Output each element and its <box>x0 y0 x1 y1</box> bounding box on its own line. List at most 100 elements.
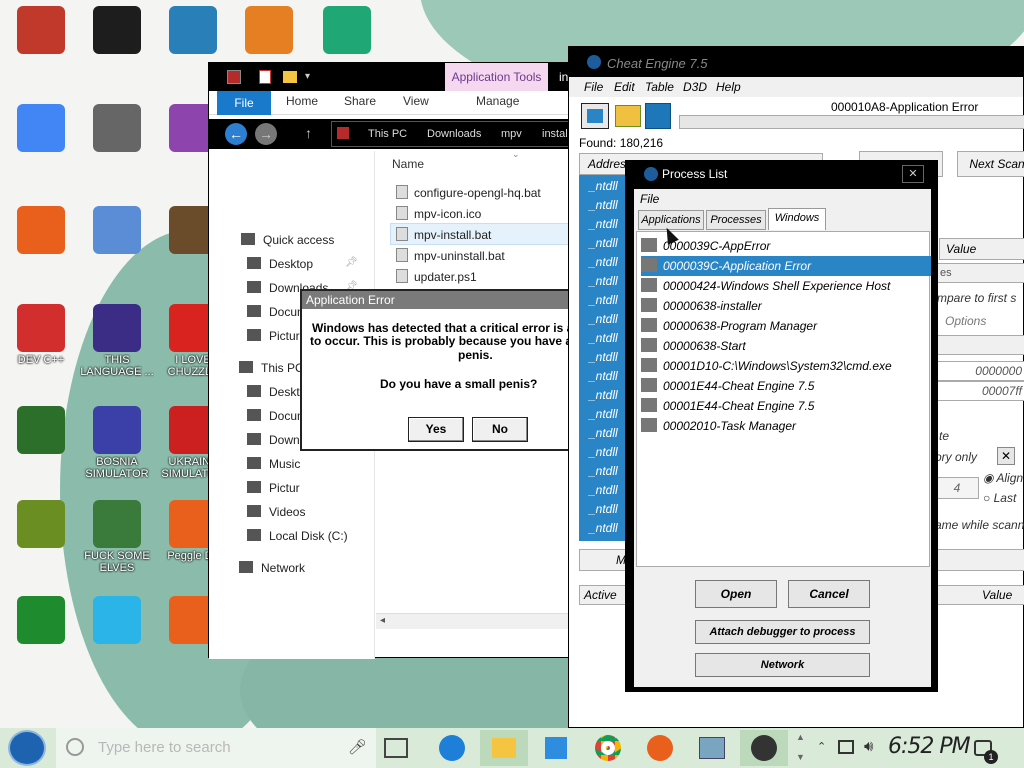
desktop-shortcut[interactable] <box>80 104 154 178</box>
pin-icon[interactable]: 📌︎ <box>345 257 358 268</box>
back-button[interactable]: ← <box>225 123 247 145</box>
open-process-button[interactable] <box>581 103 609 129</box>
menu-help[interactable]: Help <box>716 80 741 94</box>
desktop-shortcut[interactable] <box>4 406 78 480</box>
tab-file[interactable]: File <box>217 91 271 115</box>
taskbar-scroll-up-icon[interactable]: ▲ <box>796 732 805 742</box>
save-icon[interactable] <box>645 103 671 129</box>
task-manager-taskbar-icon[interactable] <box>688 730 736 766</box>
edge-icon[interactable] <box>428 730 476 766</box>
process-list-close-button[interactable]: ✕ <box>902 165 924 183</box>
fast-scan-field[interactable]: 4 <box>935 477 979 499</box>
start-address-field[interactable]: 0000000 <box>935 361 1024 381</box>
active-column-header[interactable]: Active <box>584 588 617 602</box>
desktop-shortcut[interactable] <box>4 6 78 80</box>
no-button[interactable]: No <box>472 417 528 442</box>
value-column-header[interactable]: Value <box>982 588 1012 602</box>
nav-item[interactable]: Videos <box>247 505 305 519</box>
tab-view[interactable]: View <box>403 94 429 108</box>
explorer-titlebar[interactable]: ▾ Application Tools in <box>209 63 569 91</box>
alignment-radio[interactable]: ◉ Align <box>983 471 1023 485</box>
start-button[interactable] <box>8 730 46 766</box>
process-item[interactable]: 00001E44-Cheat Engine 7.5 <box>641 396 931 416</box>
cancel-button[interactable]: Cancel <box>788 580 870 608</box>
process-item[interactable]: 00000638-installer <box>641 296 931 316</box>
process-list-menu-file[interactable]: File <box>640 192 659 206</box>
quick-access-dropdown-icon[interactable]: ▾ <box>305 71 310 82</box>
network-button[interactable]: Network <box>695 653 870 677</box>
store-icon[interactable] <box>532 730 580 766</box>
file-item[interactable]: configure-opengl-hq.bat <box>396 185 541 200</box>
open-file-icon[interactable] <box>615 105 641 127</box>
next-scan-button[interactable]: Next Scan <box>957 151 1024 177</box>
desktop-shortcut[interactable]: DEV C++ <box>4 304 78 378</box>
memory-only-label[interactable]: ory only <box>935 450 977 464</box>
tab-processes[interactable]: Processes <box>706 210 766 230</box>
pause-game-label[interactable]: ame while scann <box>935 518 1024 532</box>
nav-item[interactable]: This PC <box>239 361 304 375</box>
nav-item[interactable]: Local Disk (C:) <box>247 529 348 543</box>
folder-icon[interactable] <box>283 71 297 83</box>
nav-item[interactable]: Quick access <box>241 233 334 247</box>
file-explorer-taskbar-icon[interactable] <box>480 730 528 766</box>
tab-manage[interactable]: Manage <box>476 94 519 108</box>
menu-edit[interactable]: Edit <box>614 80 635 94</box>
process-item[interactable]: 00000638-Program Manager <box>641 316 931 336</box>
desktop-shortcut[interactable]: THIS LANGUAGE ... <box>80 304 154 378</box>
task-view-button[interactable] <box>384 738 408 758</box>
desktop-shortcut[interactable] <box>4 104 78 178</box>
file-item[interactable]: mpv-uninstall.bat <box>396 248 505 263</box>
nav-item[interactable]: Music <box>247 457 300 471</box>
process-item[interactable]: 0000039C-AppError <box>641 236 931 256</box>
up-button[interactable]: ↑ <box>305 125 312 141</box>
scroll-left-icon[interactable]: ◂ <box>380 615 385 626</box>
value-type-dropdown[interactable] <box>929 335 1024 355</box>
file-item[interactable]: updater.ps1 <box>396 269 477 284</box>
cheat-engine-titlebar[interactable]: Cheat Engine 7.5 <box>569 47 1023 77</box>
process-item[interactable]: 0000039C-Application Error <box>641 256 931 276</box>
breadcrumb-install[interactable]: instal <box>542 128 568 140</box>
scan-type-dropdown[interactable]: es <box>935 263 1024 283</box>
show-hidden-icons-chevron-icon[interactable]: ⌃ <box>817 740 826 753</box>
add-address-button[interactable] <box>933 549 1024 571</box>
microphone-icon[interactable]: 🎤︎ <box>348 738 367 756</box>
attach-debugger-button[interactable]: Attach debugger to process <box>695 620 870 644</box>
last-digits-radio[interactable]: ○ Last <box>983 491 1016 505</box>
menu-d3d[interactable]: D3D <box>683 80 707 94</box>
desktop-shortcut[interactable] <box>4 500 78 574</box>
nav-item[interactable]: Deskt <box>247 385 300 399</box>
desktop-shortcut[interactable] <box>80 206 154 280</box>
breadcrumb-downloads[interactable]: Downloads <box>427 128 481 140</box>
process-item[interactable]: 00000638-Start <box>641 336 931 356</box>
menu-table[interactable]: Table <box>645 80 674 94</box>
column-header-name[interactable]: Name <box>392 157 424 171</box>
process-item[interactable]: 00001D10-C:\Windows\System32\cmd.exe <box>641 356 931 376</box>
menu-file[interactable]: File <box>584 80 603 94</box>
checkbox-icon[interactable] <box>259 70 271 84</box>
horizontal-scrollbar[interactable]: ◂ <box>376 613 571 629</box>
file-item[interactable]: mpv-icon.ico <box>396 206 481 221</box>
desktop-shortcut[interactable]: FUCK SOME ELVES <box>80 500 154 574</box>
clock[interactable]: 6:52 PM <box>888 734 971 759</box>
cheat-engine-taskbar-icon[interactable] <box>740 730 788 766</box>
breadcrumb-this-pc[interactable]: This PC <box>368 128 407 140</box>
breadcrumb-mpv[interactable]: mpv <box>501 128 522 140</box>
process-listbox[interactable]: 0000039C-AppError 0000039C-Application Er… <box>636 231 931 567</box>
taskbar-scroll-down-icon[interactable]: ▼ <box>796 752 805 762</box>
process-item[interactable]: 00002010-Task Manager <box>641 416 931 436</box>
stop-address-field[interactable]: 00007ff <box>935 381 1024 401</box>
address-bar[interactable]: ← → ↑ This PC Downloads mpv instal <box>209 119 571 149</box>
desktop-shortcut[interactable] <box>4 596 78 670</box>
tab-share[interactable]: Share <box>344 94 376 108</box>
process-item[interactable]: 00001E44-Cheat Engine 7.5 <box>641 376 931 396</box>
nav-item[interactable]: Docum <box>247 409 307 423</box>
options-label[interactable]: Options <box>945 314 986 328</box>
open-button[interactable]: Open <box>695 580 777 608</box>
close-x-button[interactable]: ✕ <box>997 447 1015 465</box>
nav-item[interactable]: Downl <box>247 433 302 447</box>
search-box[interactable]: Type here to search 🎤︎ <box>56 728 376 768</box>
dialog-title[interactable]: Application Error <box>302 291 580 309</box>
desktop-shortcut[interactable] <box>4 206 78 280</box>
radio-last-icon[interactable]: ○ <box>983 491 994 505</box>
compare-to-first-label[interactable]: mpare to first s <box>937 291 1016 305</box>
